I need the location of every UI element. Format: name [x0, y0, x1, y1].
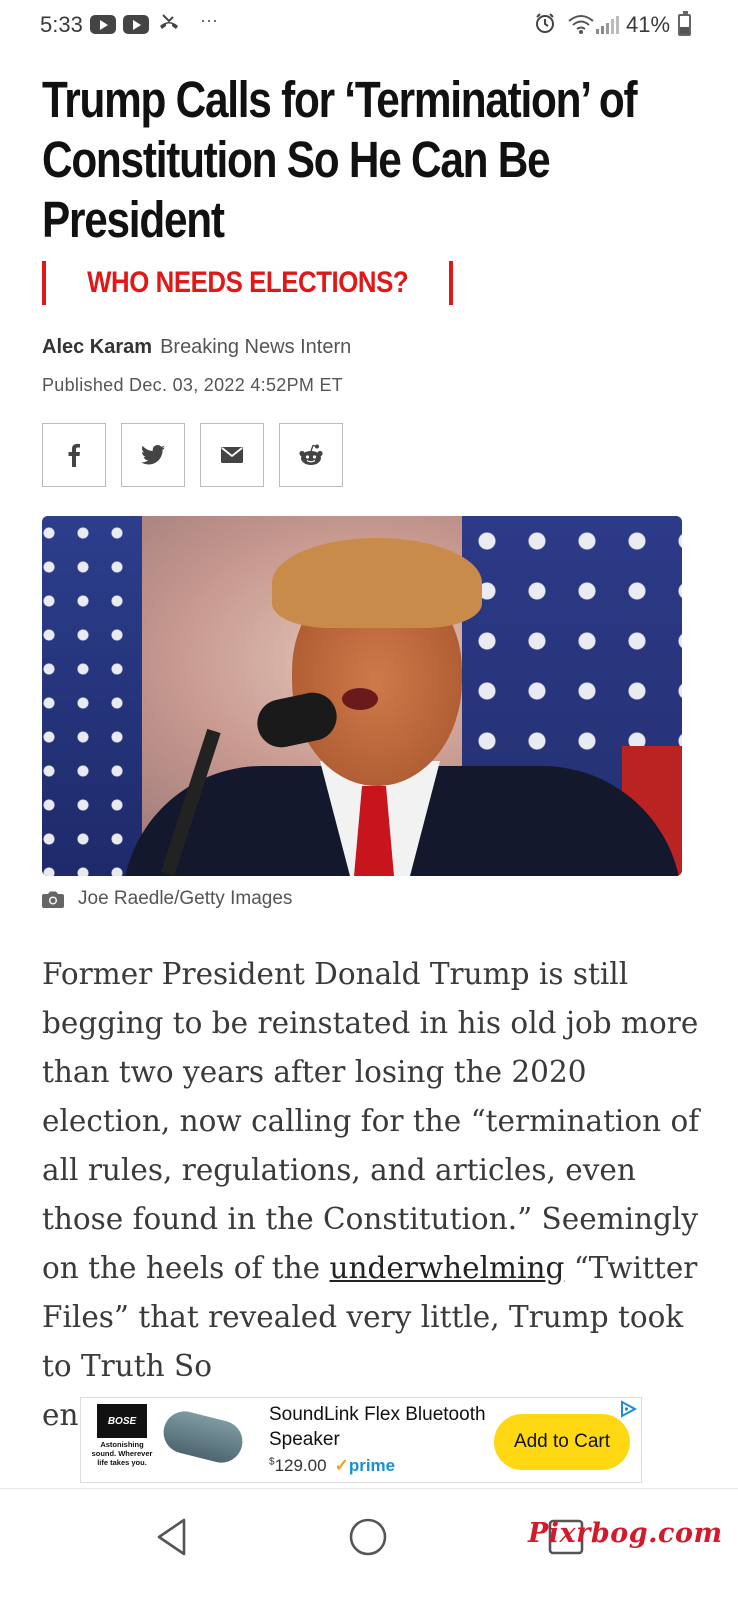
share-twitter-button[interactable] [121, 423, 185, 487]
share-facebook-button[interactable] [42, 423, 106, 487]
email-icon [221, 447, 243, 463]
author-role: Breaking News Intern [160, 336, 352, 358]
author-name[interactable]: Alec Karam [42, 336, 152, 358]
battery-icon [678, 11, 691, 36]
adchoices-icon[interactable] [619, 1400, 638, 1423]
published-date: Published Dec. 03, 2022 4:52PM ET [42, 375, 344, 395]
wifi-icon [568, 14, 594, 39]
flag-left [42, 516, 142, 876]
signal-icon [596, 16, 620, 39]
status-bar: 5:33 ··· 41% [0, 0, 738, 50]
nav-home-button[interactable] [338, 1507, 398, 1567]
ad-price: $129.00 ✓prime [269, 1456, 395, 1476]
facebook-icon [68, 443, 80, 467]
hero-photo [42, 516, 682, 876]
rubric-bar-left [42, 261, 46, 305]
missed-call-icon [158, 12, 180, 37]
status-time: 5:33 [40, 12, 83, 37]
article-rubric: WHO NEEDS ELECTIONS? [42, 261, 454, 305]
photo-credit-text: Joe Raedle/Getty Images [78, 888, 293, 909]
camera-icon [42, 891, 64, 908]
prime-label: prime [348, 1456, 396, 1475]
photo-credit: Joe Raedle/Getty Images [42, 888, 292, 910]
alarm-icon [534, 12, 556, 40]
bose-tagline: Astonishing sound. Wherever life takes y… [91, 1440, 153, 1467]
body-text-3: en [42, 1398, 79, 1432]
more-dots-icon: ··· [200, 10, 218, 30]
byline: Alec Karam Breaking News Intern [42, 336, 351, 359]
ad-product-title[interactable]: SoundLink Flex Bluetooth Speaker [269, 1402, 489, 1452]
share-reddit-button[interactable] [279, 423, 343, 487]
rubric-text: WHO NEEDS ELECTIONS? [87, 266, 409, 299]
add-to-cart-button[interactable]: Add to Cart [494, 1414, 630, 1470]
speaker-mouth [342, 688, 378, 710]
share-email-button[interactable] [200, 423, 264, 487]
ad-price-value: 129.00 [274, 1456, 327, 1475]
article-headline: Trump Calls for ‘Termination’ of Constit… [42, 71, 638, 248]
nav-back-button[interactable] [142, 1507, 202, 1567]
home-icon [349, 1518, 387, 1556]
battery-percent: 41% [626, 12, 671, 37]
speaker-hair [272, 538, 482, 628]
ad-banner[interactable]: BOSE Astonishing sound. Wherever life ta… [80, 1397, 642, 1483]
youtube-icon [90, 15, 116, 34]
youtube-icon [123, 15, 149, 34]
article-body: Former President Donald Trump is still b… [42, 950, 702, 1440]
speaker-product-image [159, 1406, 247, 1468]
twitter-icon [141, 445, 165, 465]
prime-badge: ✓prime [335, 1456, 396, 1475]
prime-check-icon: ✓ [334, 1456, 349, 1475]
rubric-bar-right [449, 261, 454, 305]
watermark-logo: Pixrbog.com [528, 1518, 723, 1549]
back-icon [157, 1518, 186, 1556]
bose-logo: BOSE [97, 1404, 147, 1438]
underwhelming-link[interactable]: underwhelming [329, 1251, 564, 1285]
battery-level-fill [680, 26, 689, 34]
reddit-icon [299, 444, 323, 465]
body-text-1: Former President Donald Trump is still b… [42, 957, 700, 1285]
